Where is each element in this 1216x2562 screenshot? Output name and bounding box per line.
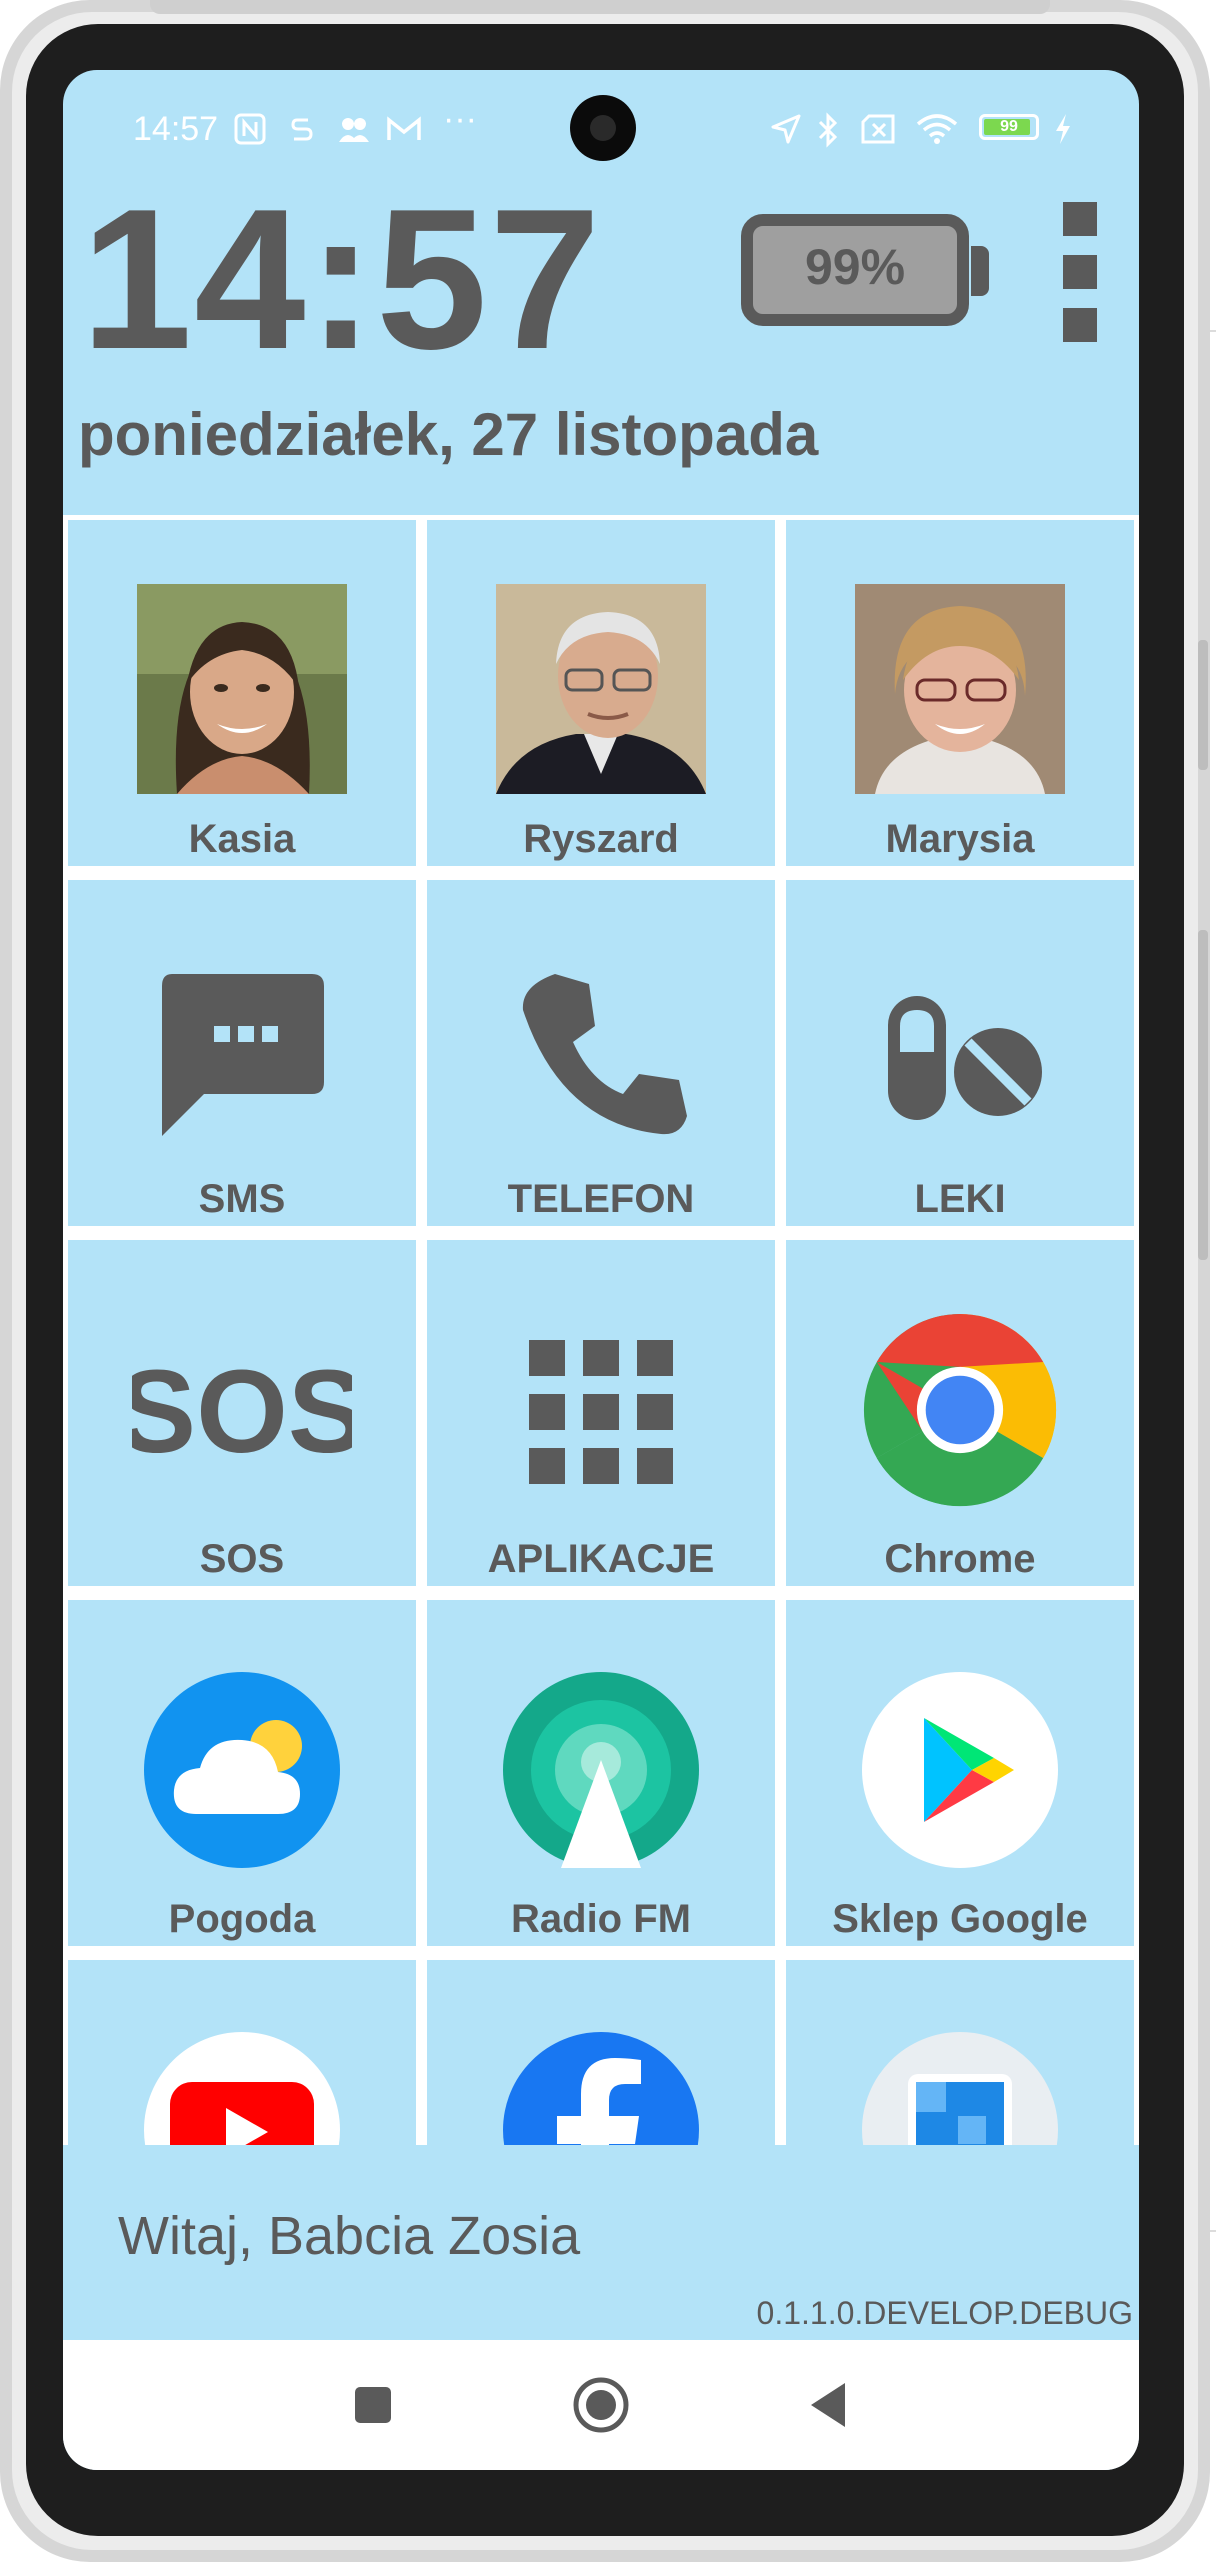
pills-icon	[888, 996, 1042, 1120]
charging-icon	[1053, 112, 1073, 154]
play-store-tile[interactable]: Sklep Google	[786, 1600, 1134, 1946]
menu-dot-icon	[1063, 202, 1097, 236]
radio-tile[interactable]: Radio FM	[427, 1600, 775, 1946]
bluetooth-icon	[815, 112, 841, 156]
launcher-grid: Kasia Ryszard Marysia SMS TELEFON LEKI S…	[63, 515, 1139, 2145]
location-icon	[769, 112, 803, 154]
contact-name: Marysia	[885, 817, 1035, 861]
play-store-icon	[862, 1672, 1058, 1868]
battery-icon: 99	[979, 114, 1039, 140]
phone-tile[interactable]: TELEFON	[427, 880, 775, 1226]
greeting-text: Witaj, Babcia Zosia	[118, 2206, 581, 2266]
date-label: poniedziałek, 27 listopada	[78, 401, 819, 468]
contact-tile-ryszard[interactable]: Ryszard	[427, 520, 775, 866]
back-button[interactable]	[803, 2377, 859, 2433]
home-button[interactable]	[571, 2375, 631, 2435]
tile-label: LEKI	[914, 1177, 1006, 1221]
chrome-tile[interactable]: Chrome	[786, 1240, 1134, 1586]
tile-label: Chrome	[884, 1537, 1036, 1581]
s-app-icon	[288, 112, 316, 154]
contact-photo-ryszard	[496, 584, 706, 794]
nfc-icon	[233, 112, 267, 154]
tile-label: APLIKACJE	[487, 1537, 715, 1581]
weather-icon	[144, 1672, 340, 1868]
wifi-icon	[915, 112, 959, 154]
battery-indicator-cap	[971, 246, 989, 296]
recents-button[interactable]	[345, 2377, 401, 2433]
version-label: 0.1.1.0.DEVELOP.DEBUG	[756, 2295, 1133, 2331]
youtube-tile[interactable]	[68, 1960, 416, 2145]
tile-label: Pogoda	[168, 1897, 316, 1941]
sms-tile[interactable]: SMS	[68, 880, 416, 1226]
battery-percent: 99%	[804, 239, 906, 295]
phone-top-edge	[150, 0, 1050, 14]
gallery-icon	[862, 2032, 1058, 2145]
status-time: 14:57	[133, 110, 219, 148]
contact-tile-marysia[interactable]: Marysia	[786, 520, 1134, 866]
tile-label: Sklep Google	[832, 1897, 1088, 1941]
status-battery-level: 99	[1000, 118, 1018, 135]
power-button	[1198, 930, 1208, 1260]
tile-label: Radio FM	[511, 1897, 691, 1941]
contact-name: Kasia	[188, 817, 296, 861]
screen: 14:57 ··· 99 14:57 poniedziałek, 27 list…	[63, 70, 1139, 2470]
apps-grid-icon	[529, 1340, 673, 1484]
contact-tile-kasia[interactable]: Kasia	[68, 520, 416, 866]
facebook-tile[interactable]	[427, 1960, 775, 2145]
gmail-icon	[385, 112, 423, 154]
front-camera	[570, 95, 636, 161]
navigation-bar	[63, 2340, 1139, 2470]
youtube-icon	[144, 2032, 340, 2145]
menu-dot-icon	[1063, 255, 1097, 289]
menu-button[interactable]	[1063, 202, 1097, 342]
sos-tile[interactable]: SOS SOS	[68, 1240, 416, 1586]
facebook-icon	[503, 2032, 699, 2145]
square-icon	[355, 2387, 391, 2423]
tile-label: SOS	[199, 1537, 285, 1581]
clock: 14:57	[81, 168, 603, 391]
back-triangle-icon	[811, 2383, 845, 2427]
medicine-tile[interactable]: LEKI	[786, 880, 1134, 1226]
no-sim-icon	[859, 112, 899, 154]
radio-icon	[503, 1672, 699, 1868]
apps-tile[interactable]: APLIKACJE	[427, 1240, 775, 1586]
svg-text:SOS: SOS	[132, 1346, 352, 1478]
more-icon: ···	[443, 100, 477, 138]
menu-dot-icon	[1063, 308, 1097, 342]
chrome-icon	[863, 1313, 1057, 1507]
contact-photo-marysia	[855, 584, 1065, 794]
phone-icon	[522, 974, 687, 1135]
contact-name: Ryszard	[523, 817, 679, 861]
sms-icon	[162, 974, 324, 1136]
circle-icon	[573, 2377, 629, 2433]
people-icon	[337, 112, 371, 154]
volume-button	[1198, 640, 1208, 770]
tile-label: SMS	[198, 1177, 286, 1221]
weather-tile[interactable]: Pogoda	[68, 1600, 416, 1946]
gallery-tile[interactable]	[786, 1960, 1134, 2145]
contact-photo-kasia	[137, 584, 347, 794]
tile-label: TELEFON	[507, 1177, 695, 1221]
sos-icon: SOS	[132, 1346, 352, 1478]
battery-indicator: 99%	[741, 214, 969, 326]
